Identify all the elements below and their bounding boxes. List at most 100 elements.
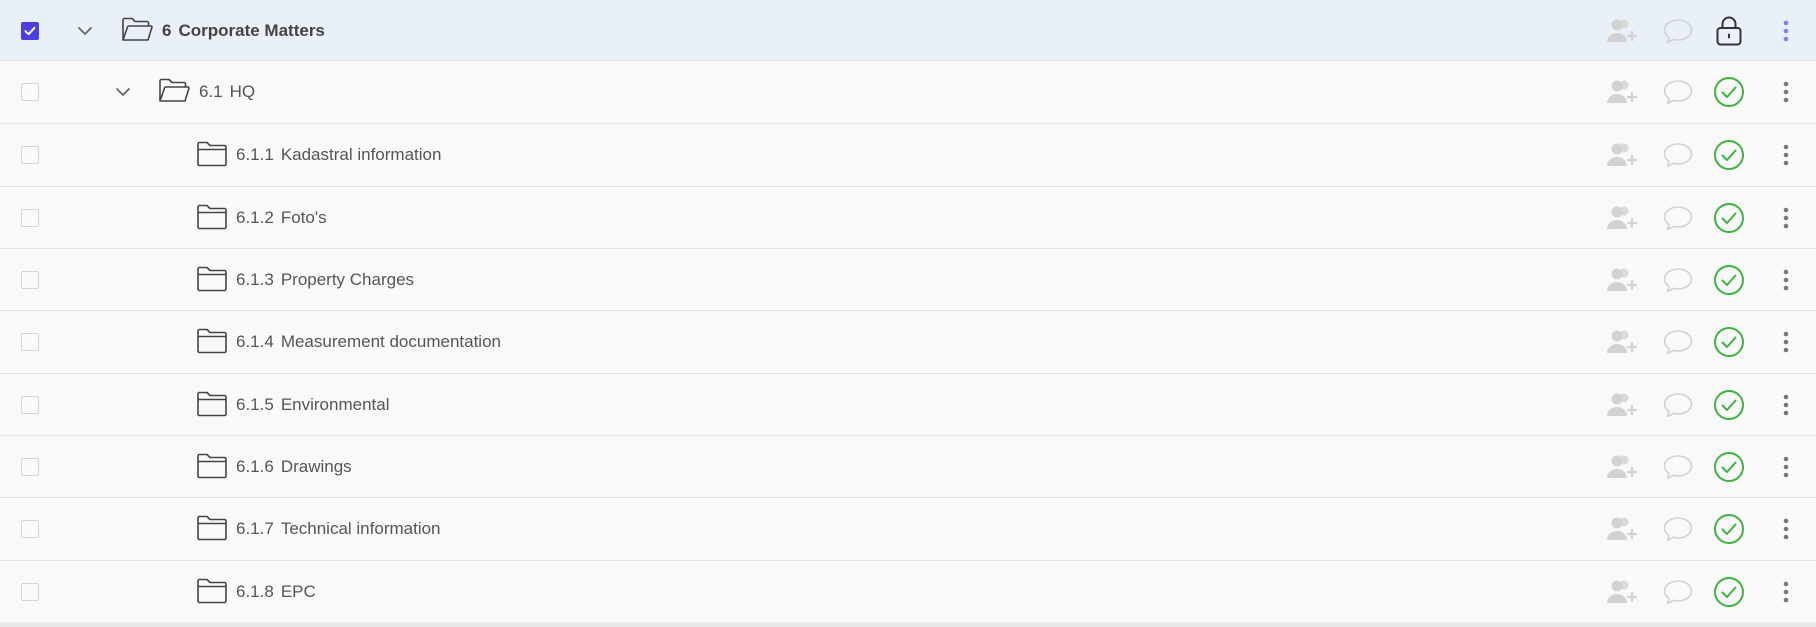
- row-checkbox[interactable]: [21, 209, 39, 227]
- folder-label[interactable]: 6.1.7 Technical information: [236, 498, 441, 560]
- comment-icon[interactable]: [1660, 187, 1696, 249]
- folder-label[interactable]: 6 Corporate Matters: [162, 0, 325, 62]
- status-check-icon[interactable]: [1712, 61, 1746, 123]
- folder-title: Environmental: [280, 395, 390, 414]
- tree-row[interactable]: 6.1.2 Foto's: [0, 187, 1816, 249]
- folder-title: EPC: [280, 582, 316, 601]
- more-options-icon[interactable]: [1770, 61, 1802, 123]
- folder-icon: [196, 577, 228, 605]
- more-options-icon[interactable]: [1770, 436, 1802, 498]
- folder-title: Foto's: [280, 208, 327, 227]
- folder-label[interactable]: 6.1.2 Foto's: [236, 187, 327, 249]
- add-user-icon[interactable]: [1604, 187, 1640, 249]
- add-user-icon[interactable]: [1604, 311, 1640, 373]
- more-options-icon[interactable]: [1770, 311, 1802, 373]
- folder-number: 6.1.3: [236, 270, 274, 289]
- tree-row[interactable]: 6.1.4 Measurement documentation: [0, 311, 1816, 374]
- row-checkbox[interactable]: [21, 83, 39, 101]
- comment-icon[interactable]: [1660, 374, 1696, 436]
- tree-row[interactable]: 6.1 HQ: [0, 61, 1816, 124]
- folder-icon: [196, 203, 228, 231]
- status-check-icon[interactable]: [1712, 249, 1746, 311]
- add-user-icon[interactable]: [1604, 61, 1640, 123]
- more-options-icon[interactable]: [1770, 374, 1802, 436]
- comment-icon[interactable]: [1660, 0, 1696, 62]
- folder-title: Measurement documentation: [280, 332, 501, 351]
- comment-icon[interactable]: [1660, 124, 1696, 186]
- more-options-icon[interactable]: [1770, 249, 1802, 311]
- folder-label[interactable]: 6.1.8 EPC: [236, 561, 316, 623]
- folder-title: HQ: [229, 82, 256, 101]
- folder-label[interactable]: 6.1.6 Drawings: [236, 436, 352, 498]
- tree-row[interactable]: 6 Corporate Matters: [0, 0, 1816, 61]
- folder-tree: 6 Corporate Matters 6.1 HQ 6.1.1 Kadastral in…: [0, 0, 1816, 623]
- more-options-icon[interactable]: [1770, 0, 1802, 62]
- folder-icon: [196, 390, 228, 418]
- row-checkbox[interactable]: [21, 583, 39, 601]
- status-check-icon[interactable]: [1712, 311, 1746, 373]
- more-options-icon[interactable]: [1770, 187, 1802, 249]
- folder-icon: [196, 265, 228, 293]
- status-check-icon[interactable]: [1712, 436, 1746, 498]
- row-checkbox[interactable]: [21, 146, 39, 164]
- row-checkbox[interactable]: [21, 458, 39, 476]
- add-user-icon[interactable]: [1604, 374, 1640, 436]
- comment-icon[interactable]: [1660, 561, 1696, 623]
- status-check-icon[interactable]: [1712, 498, 1746, 560]
- more-options-icon[interactable]: [1770, 561, 1802, 623]
- status-check-icon[interactable]: [1712, 561, 1746, 623]
- row-checkbox[interactable]: [21, 520, 39, 538]
- folder-number: 6.1.4: [236, 332, 274, 351]
- row-checkbox[interactable]: [21, 22, 39, 40]
- folder-icon: [196, 452, 228, 480]
- chevron-down-icon[interactable]: [75, 21, 95, 41]
- folder-open-icon: [121, 16, 153, 44]
- status-check-icon[interactable]: [1712, 124, 1746, 186]
- add-user-icon[interactable]: [1604, 561, 1640, 623]
- folder-label[interactable]: 6.1.5 Environmental: [236, 374, 389, 436]
- add-user-icon[interactable]: [1604, 498, 1640, 560]
- status-check-icon[interactable]: [1712, 374, 1746, 436]
- folder-title: Drawings: [280, 457, 352, 476]
- tree-row[interactable]: 6.1.6 Drawings: [0, 436, 1816, 498]
- folder-title: Property Charges: [280, 270, 415, 289]
- folder-title: Technical information: [280, 519, 441, 538]
- folder-label[interactable]: 6.1 HQ: [199, 61, 255, 123]
- folder-number: 6.1: [199, 82, 223, 101]
- row-checkbox[interactable]: [21, 271, 39, 289]
- tree-row[interactable]: 6.1.1 Kadastral information: [0, 124, 1816, 187]
- folder-label[interactable]: 6.1.1 Kadastral information: [236, 124, 441, 186]
- folder-icon: [196, 327, 228, 355]
- folder-number: 6.1.1: [236, 145, 274, 164]
- comment-icon[interactable]: [1660, 498, 1696, 560]
- folder-number: 6: [162, 21, 172, 40]
- folder-open-icon: [158, 77, 190, 105]
- row-checkbox[interactable]: [21, 333, 39, 351]
- tree-row[interactable]: 6.1.8 EPC: [0, 561, 1816, 623]
- lock-icon[interactable]: [1712, 0, 1746, 62]
- folder-number: 6.1.2: [236, 208, 274, 227]
- tree-row[interactable]: 6.1.7 Technical information: [0, 498, 1816, 561]
- folder-number: 6.1.7: [236, 519, 274, 538]
- folder-title: Kadastral information: [280, 145, 442, 164]
- folder-label[interactable]: 6.1.4 Measurement documentation: [236, 311, 501, 373]
- row-checkbox[interactable]: [21, 396, 39, 414]
- add-user-icon[interactable]: [1604, 0, 1640, 62]
- add-user-icon[interactable]: [1604, 436, 1640, 498]
- add-user-icon[interactable]: [1604, 124, 1640, 186]
- comment-icon[interactable]: [1660, 311, 1696, 373]
- chevron-down-icon[interactable]: [113, 82, 133, 102]
- add-user-icon[interactable]: [1604, 249, 1640, 311]
- folder-icon: [196, 140, 228, 168]
- comment-icon[interactable]: [1660, 249, 1696, 311]
- tree-row[interactable]: 6.1.3 Property Charges: [0, 249, 1816, 311]
- tree-row[interactable]: 6.1.5 Environmental: [0, 374, 1816, 436]
- comment-icon[interactable]: [1660, 436, 1696, 498]
- folder-number: 6.1.6: [236, 457, 274, 476]
- more-options-icon[interactable]: [1770, 498, 1802, 560]
- folder-title: Corporate Matters: [178, 21, 325, 40]
- status-check-icon[interactable]: [1712, 187, 1746, 249]
- comment-icon[interactable]: [1660, 61, 1696, 123]
- more-options-icon[interactable]: [1770, 124, 1802, 186]
- folder-label[interactable]: 6.1.3 Property Charges: [236, 249, 414, 311]
